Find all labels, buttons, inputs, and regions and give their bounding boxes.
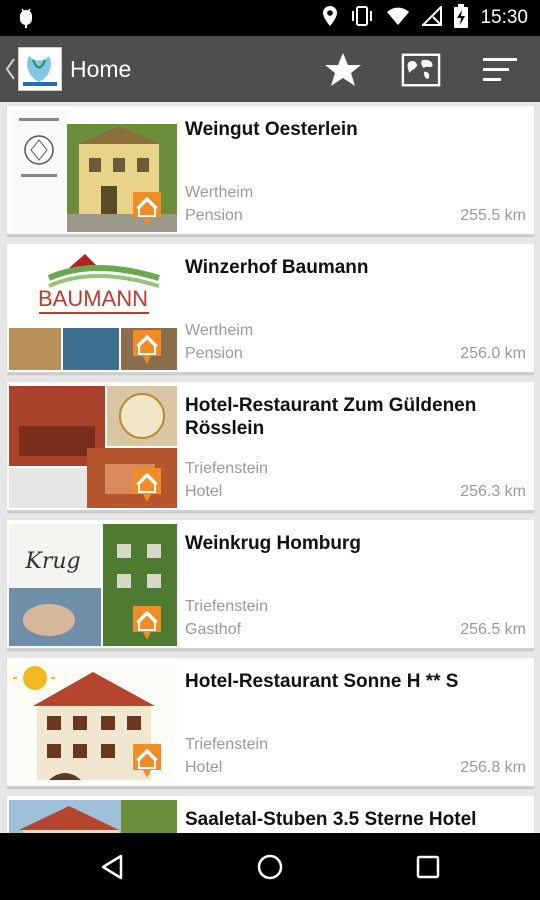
listing-thumbnail [9, 800, 177, 833]
listing-card[interactable]: Saaletal-Stuben 3.5 Sterne Hotel [7, 796, 534, 833]
home-circle-icon[interactable] [250, 847, 290, 887]
listing-distance: 256.5 km [460, 621, 526, 638]
krug-text: Krug [24, 549, 80, 574]
listing-thumbnail [9, 110, 177, 232]
map-icon[interactable] [401, 50, 441, 90]
status-bar: 15:30 [0, 0, 540, 36]
battery-charging-icon [454, 4, 469, 32]
navigation-bar [0, 833, 540, 900]
listing-title: Weinkrug Homburg [185, 533, 361, 554]
house-pin-icon [133, 744, 161, 778]
listing-card[interactable]: BAUMANN Winzerhof Baumann Wertheim Pensi… [7, 244, 534, 374]
house-pin-icon [133, 468, 161, 502]
listing-card[interactable]: Hotel-Restaurant Sonne H ** S Triefenste… [7, 658, 534, 788]
house-pin-icon [133, 606, 161, 640]
vibrate-icon [350, 5, 374, 31]
listing-city: Wertheim [185, 322, 254, 339]
listing-title: Weingut Oesterlein [185, 119, 358, 140]
listing-title: Winzerhof Baumann [185, 257, 369, 278]
listing-card[interactable]: Hotel-Restaurant Zum Güldenen Rösslein T… [7, 382, 534, 512]
listing-thumbnail [9, 386, 177, 508]
listing-city: Triefenstein [185, 460, 268, 477]
listing-list: Weingut Oesterlein Wertheim Pension 255.… [0, 102, 540, 833]
listing-city: Triefenstein [185, 736, 268, 753]
listing-city: Wertheim [185, 184, 254, 201]
recents-square-icon[interactable] [408, 847, 448, 887]
wifi-icon [386, 6, 410, 30]
sort-icon[interactable] [480, 50, 520, 90]
listing-type: Hotel [185, 483, 223, 500]
android-debug-icon [16, 7, 36, 33]
no-signal-icon [421, 4, 443, 30]
app-bar: Home [0, 36, 540, 102]
listing-type: Gasthof [185, 621, 242, 638]
house-pin-icon [133, 192, 161, 226]
listing-distance: 256.0 km [460, 345, 526, 362]
chevron-left-icon[interactable] [4, 56, 16, 86]
listing-thumbnail: BAUMANN [9, 248, 177, 370]
back-triangle-icon[interactable] [92, 847, 132, 887]
baumann-brand-text: BAUMANN [38, 286, 148, 311]
listing-city: Triefenstein [185, 598, 268, 615]
star-icon[interactable] [323, 50, 363, 90]
listing-card[interactable]: Weingut Oesterlein Wertheim Pension 255.… [7, 106, 534, 236]
listing-distance: 255.5 km [460, 207, 526, 224]
listing-card[interactable]: Krug Weinkrug Homburg Triefenstein Gasth… [7, 520, 534, 650]
app-logo[interactable] [18, 47, 62, 91]
listing-distance: 256.8 km [460, 759, 526, 776]
house-pin-icon [133, 330, 161, 364]
listing-type: Hotel [185, 759, 223, 776]
listing-title: Hotel-Restaurant Zum Güldenen Rösslein [185, 395, 477, 439]
location-icon [322, 5, 338, 31]
status-icons: 15:30 [322, 0, 528, 36]
listing-title: Hotel-Restaurant Sonne H ** S [185, 671, 459, 692]
listing-type: Pension [185, 345, 243, 362]
listing-title: Saaletal-Stuben 3.5 Sterne Hotel [185, 809, 477, 830]
listing-distance: 256.3 km [460, 483, 526, 500]
status-time: 15:30 [480, 7, 528, 28]
listing-thumbnail: Krug [9, 524, 177, 646]
page-title: Home [70, 56, 132, 82]
listing-thumbnail [9, 662, 177, 784]
listing-type: Pension [185, 207, 243, 224]
